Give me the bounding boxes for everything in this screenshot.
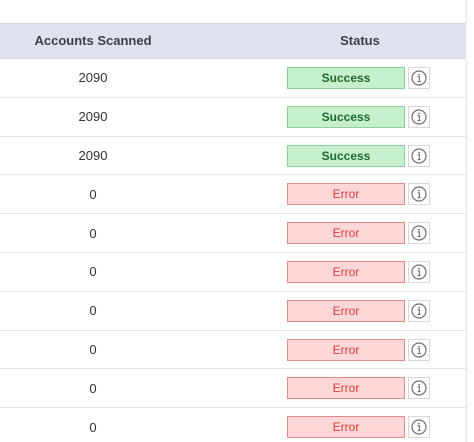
info-button[interactable] <box>408 222 430 245</box>
table-row: 2090 Success <box>0 137 466 176</box>
table-row: 0 Error <box>0 253 466 292</box>
status-badge: Error <box>287 299 405 322</box>
status-badge: Error <box>287 260 405 283</box>
status-badge: Error <box>287 183 405 206</box>
info-icon <box>411 225 427 241</box>
info-button[interactable] <box>408 299 430 322</box>
accounts-scanned-cell: 0 <box>89 419 97 435</box>
status-badge: Success <box>287 67 405 89</box>
status-badge: Success <box>287 144 405 167</box>
status-badge: Error <box>287 338 405 361</box>
info-button[interactable] <box>408 183 430 206</box>
info-icon <box>411 341 427 358</box>
info-icon <box>411 303 427 319</box>
info-icon <box>411 264 427 280</box>
status-badge: Success <box>287 105 405 128</box>
table-row: 2090 Success <box>0 98 466 137</box>
accounts-scanned-cell: 2090 <box>78 109 108 125</box>
accounts-scanned-cell: 0 <box>89 341 97 357</box>
info-icon <box>411 419 427 435</box>
info-button[interactable] <box>408 260 430 283</box>
accounts-scanned-cell: 0 <box>89 380 97 396</box>
table-row: 0 Error <box>0 331 466 370</box>
table-row: 2090 Success <box>0 59 466 98</box>
status-badge: Error <box>287 222 405 245</box>
info-button[interactable] <box>408 67 430 89</box>
table-body: 2090 Success 2090 Success 2090 Success 0 Error 0… <box>0 59 467 442</box>
table-row: 0 Error <box>0 408 466 442</box>
accounts-scanned-cell: 0 <box>89 264 97 280</box>
info-icon <box>411 109 427 125</box>
table-row: 0 Error <box>0 214 466 253</box>
info-icon <box>411 70 427 86</box>
table-row: 0 Error <box>0 292 466 331</box>
info-icon <box>411 186 427 202</box>
info-button[interactable] <box>408 144 430 167</box>
table-top-strip <box>0 0 467 23</box>
table-row: 0 Error <box>0 175 466 215</box>
info-button[interactable] <box>408 377 430 400</box>
accounts-scanned-cell: 0 <box>89 186 97 202</box>
column-header-accounts-scanned[interactable]: Accounts Scanned <box>0 24 186 58</box>
status-badge: Error <box>287 377 405 400</box>
accounts-scanned-cell: 2090 <box>78 147 108 163</box>
info-icon <box>411 380 427 396</box>
table-row: 0 Error <box>0 369 466 409</box>
column-header-status[interactable]: Status <box>256 24 464 58</box>
accounts-scanned-cell: 2090 <box>78 70 108 86</box>
accounts-scanned-cell: 0 <box>89 225 97 241</box>
accounts-scanned-cell: 0 <box>89 303 97 319</box>
info-button[interactable] <box>408 416 430 439</box>
table-header: Accounts Scanned Status <box>0 23 466 59</box>
info-icon <box>411 147 427 164</box>
info-button[interactable] <box>408 105 430 128</box>
scan-results-table: Accounts Scanned Status 2090 Success 2090 S… <box>0 0 474 442</box>
info-button[interactable] <box>408 338 430 361</box>
status-badge: Error <box>287 416 405 439</box>
